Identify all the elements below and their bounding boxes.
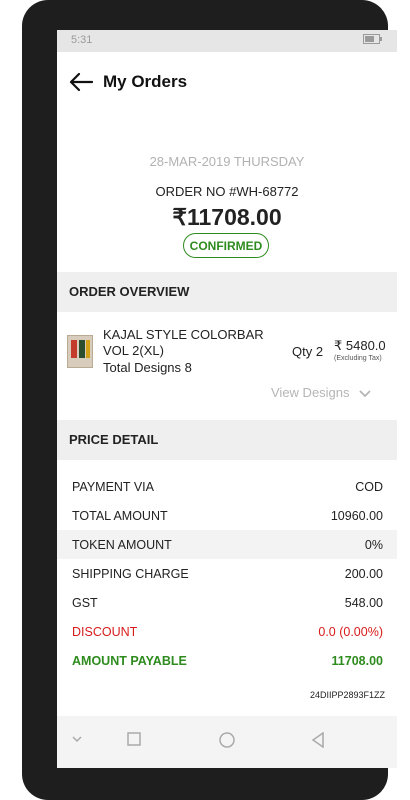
price-row-token: TOKEN AMOUNT 0% <box>57 530 397 559</box>
system-nav-bar <box>57 716 397 768</box>
price-row-label: GST <box>72 596 98 610</box>
price-row-total: TOTAL AMOUNT 10960.00 <box>57 501 397 530</box>
price-note: (Excluding Tax) <box>334 355 382 362</box>
total-designs: Total Designs 8 <box>103 360 192 375</box>
item-quantity: Qty 2 <box>292 344 324 359</box>
price-row-value: 548.00 <box>344 596 383 610</box>
price-row-payment: PAYMENT VIA COD <box>57 472 397 501</box>
price-row-label: AMOUNT PAYABLE <box>72 654 187 668</box>
product-thumbnail <box>67 335 93 368</box>
price-row-label: SHIPPING CHARGE <box>72 567 189 581</box>
price-row-label: TOKEN AMOUNT <box>72 538 172 552</box>
battery-icon <box>363 34 383 47</box>
price-row-label: PAYMENT VIA <box>72 480 154 494</box>
price-row-value: 11708.00 <box>331 654 383 668</box>
status-time: 5:31 <box>71 34 93 46</box>
order-summary: 28-MAR-2019 THURSDAY ORDER NO #WH-68772 … <box>57 112 397 272</box>
status-bar: 5:31 <box>57 30 397 52</box>
back-arrow-icon[interactable] <box>67 69 95 95</box>
price-detail-list: PAYMENT VIA COD TOTAL AMOUNT 10960.00 TO… <box>57 472 397 675</box>
price-row-value: 0.0 (0.00%) <box>318 625 383 639</box>
view-designs-button[interactable]: View Designs <box>271 385 371 401</box>
price-row-value: COD <box>355 480 383 494</box>
order-amount: ₹11708.00 <box>172 204 282 230</box>
price-row-label: DISCOUNT <box>72 625 138 639</box>
app-bar: My Orders <box>57 52 397 112</box>
status-badge: CONFIRMED <box>183 233 269 258</box>
price-detail-header: PRICE DETAIL <box>57 420 397 460</box>
item-price: ₹ 5480.0 <box>334 338 386 353</box>
price-row-discount: DISCOUNT 0.0 (0.00%) <box>57 617 397 646</box>
price-row-shipping: SHIPPING CHARGE 200.00 <box>57 559 397 588</box>
screen: 5:31 My Orders 28-MAR-2019 THURSDAY ORDE… <box>57 30 397 768</box>
gst-code: 24DIIPP2893F1ZZ <box>309 690 385 700</box>
product-name: KAJAL STYLE COLORBAR VOL 2(XL) <box>103 327 264 358</box>
order-overview-header: ORDER OVERVIEW <box>57 272 397 312</box>
nav-down-icon[interactable] <box>71 732 83 750</box>
price-row-value: 200.00 <box>344 567 383 581</box>
price-row-value: 10960.00 <box>330 509 383 523</box>
nav-recents-icon[interactable] <box>127 732 141 751</box>
order-number: ORDER NO #WH-68772 <box>155 184 299 199</box>
price-row-value: 0% <box>364 538 383 552</box>
phone-frame: 5:31 My Orders 28-MAR-2019 THURSDAY ORDE… <box>22 0 397 800</box>
nav-back-icon[interactable] <box>311 731 325 753</box>
chevron-down-icon <box>359 386 371 401</box>
price-row-label: TOTAL AMOUNT <box>72 509 168 523</box>
order-item[interactable]: KAJAL STYLE COLORBAR VOL 2(XL) Total Des… <box>57 312 397 412</box>
page-title: My Orders <box>103 72 188 91</box>
nav-home-icon[interactable] <box>219 732 235 753</box>
price-row-payable: AMOUNT PAYABLE 11708.00 <box>57 646 397 675</box>
view-designs-label: View Designs <box>271 385 350 400</box>
order-date: 28-MAR-2019 THURSDAY <box>149 154 305 169</box>
price-row-gst: GST 548.00 <box>57 588 397 617</box>
